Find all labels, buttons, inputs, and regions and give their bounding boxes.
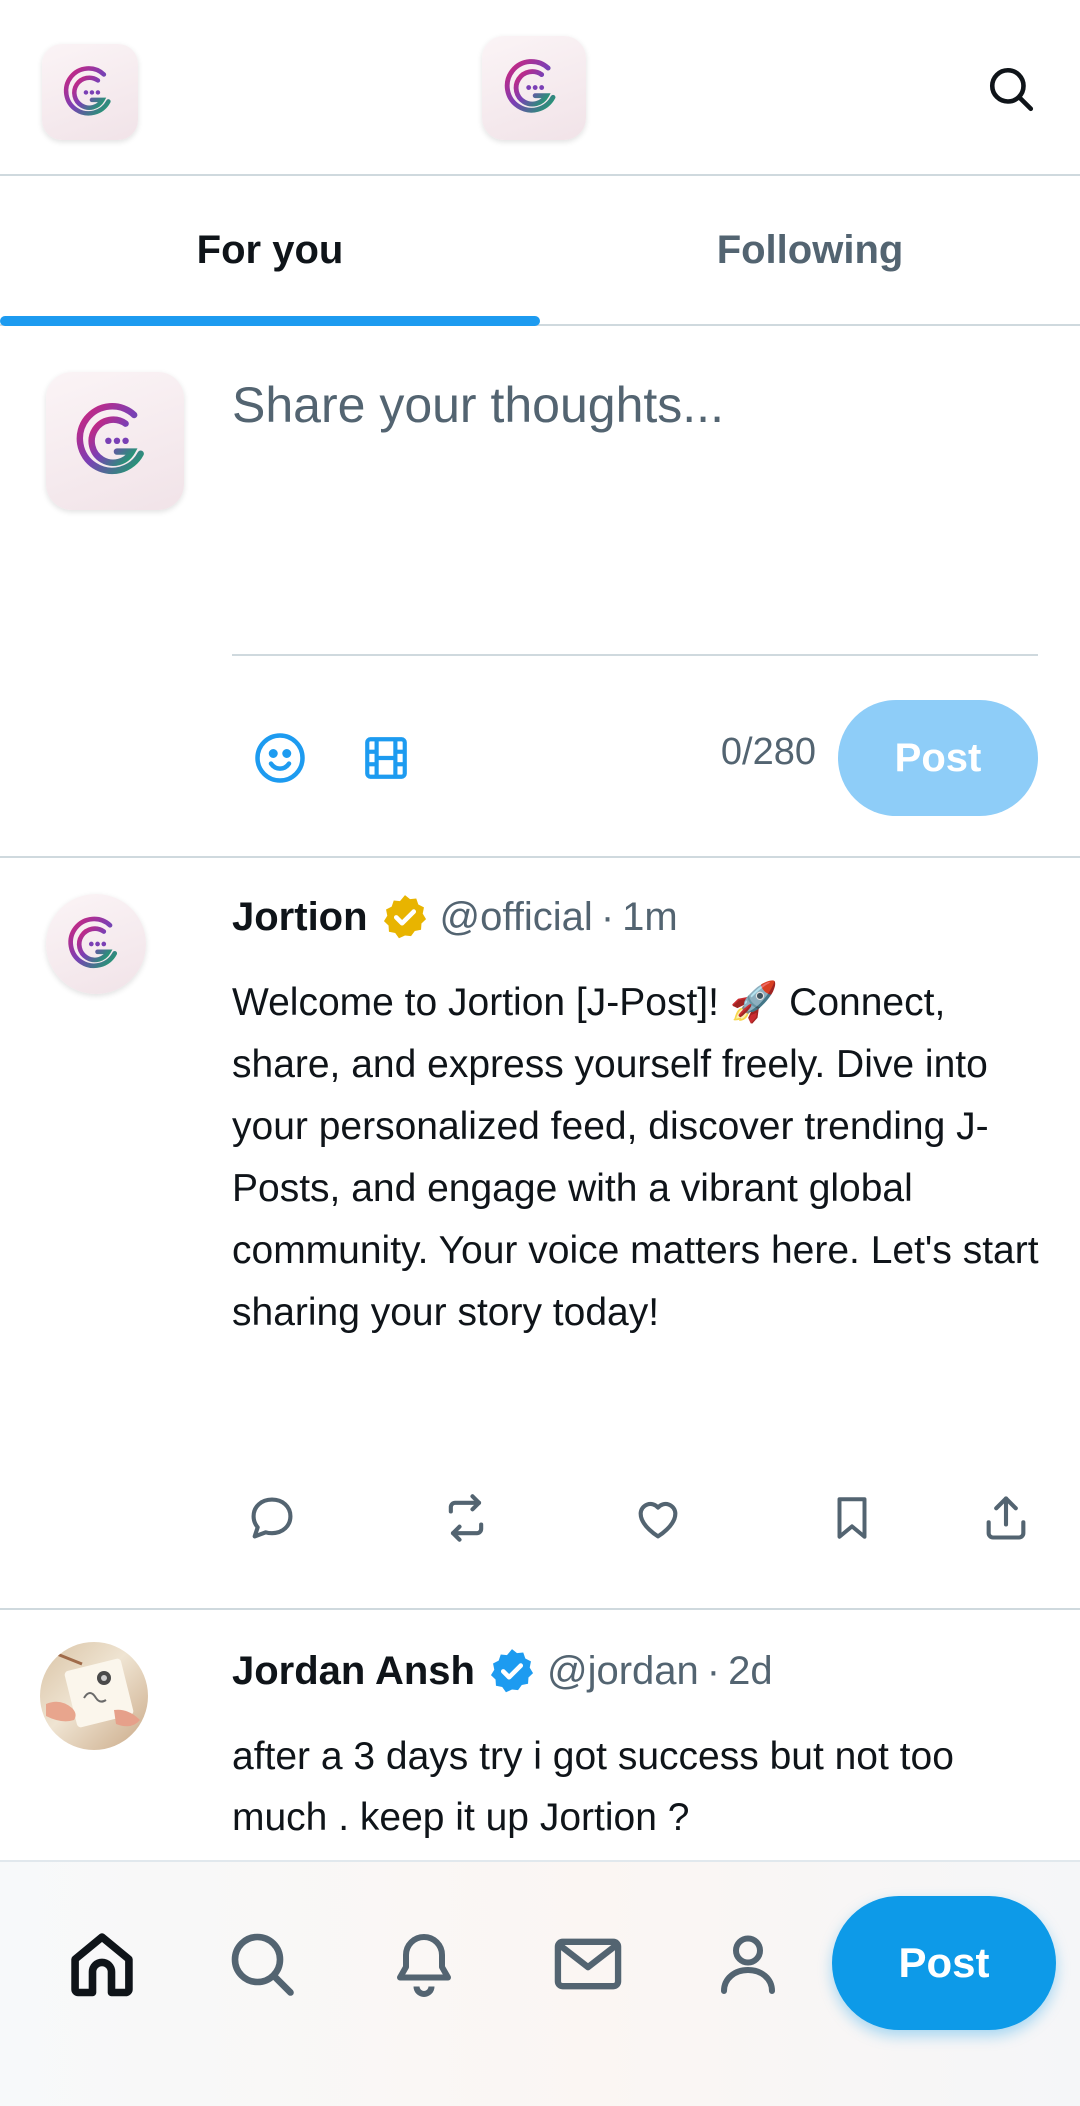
- nav-messages[interactable]: [548, 1924, 628, 2004]
- jortion-logo-icon: [505, 59, 556, 113]
- emoji-button[interactable]: [248, 726, 312, 790]
- post-author-handle[interactable]: @jordan: [547, 1649, 699, 1694]
- nav-profile[interactable]: [708, 1924, 788, 2004]
- character-count: 0/280: [720, 731, 816, 773]
- tab-label: For you: [196, 227, 344, 272]
- post-author-name[interactable]: Jortion: [232, 895, 368, 940]
- media-button[interactable]: [354, 726, 418, 790]
- bookmark-icon: [837, 1497, 867, 1539]
- reply-button[interactable]: [242, 1488, 302, 1548]
- share-icon: [986, 1496, 1026, 1540]
- post-text: after a 3 days try i got success but not…: [232, 1735, 954, 1839]
- post-text: Welcome to Jortion [J-Post]! 🚀 Connect, …: [232, 981, 1039, 1334]
- search-icon: [231, 1933, 294, 1996]
- blue-verified-badge-icon: [490, 1649, 534, 1693]
- composer-divider: [232, 654, 1038, 656]
- nav-home[interactable]: [62, 1924, 142, 2004]
- post-avatar[interactable]: [46, 894, 146, 994]
- post-header: Jortion @official · 1m: [232, 892, 678, 942]
- gold-verified-badge-icon: [383, 895, 426, 939]
- post-composer: Share your thoughts... 0/280 Post: [0, 326, 1080, 858]
- profile-avatar-button[interactable]: [42, 44, 138, 140]
- header-search-button[interactable]: [978, 56, 1044, 122]
- like-button[interactable]: [628, 1488, 688, 1548]
- share-button[interactable]: [976, 1488, 1036, 1548]
- media-icon: [365, 737, 407, 779]
- post-header: Jordan Ansh @jordan · 2d: [232, 1646, 773, 1696]
- jortion-logo-icon: [68, 916, 118, 969]
- bottom-navigation: Post: [0, 1860, 1080, 2106]
- messages-icon: [554, 1938, 622, 1990]
- separator-dot: ·: [706, 1648, 721, 1693]
- home-icon: [71, 1933, 133, 1997]
- floating-post-button[interactable]: Post: [832, 1896, 1056, 2030]
- notifications-icon: [397, 1934, 451, 1997]
- reply-icon: [251, 1497, 293, 1539]
- jortion-logo-icon: [76, 403, 145, 475]
- post-author-name[interactable]: Jordan Ansh: [232, 1649, 475, 1694]
- compose-text-input[interactable]: Share your thoughts...: [232, 376, 724, 434]
- emoji-icon: [255, 733, 305, 783]
- active-tab-indicator: [0, 316, 540, 326]
- feed-post[interactable]: Jordan Ansh @jordan · 2d after a 3 days …: [0, 1612, 1080, 1860]
- tab-following[interactable]: Following: [540, 176, 1080, 324]
- composer-post-button[interactable]: Post: [838, 700, 1038, 816]
- like-icon: [638, 1501, 678, 1539]
- repost-button[interactable]: [436, 1488, 496, 1548]
- profile-icon: [721, 1935, 775, 1994]
- repost-icon: [448, 1494, 484, 1542]
- post-timestamp: 2d: [728, 1648, 773, 1693]
- app-logo[interactable]: [482, 36, 586, 140]
- search-icon: [989, 67, 1034, 112]
- composer-avatar: [46, 372, 184, 510]
- separator-dot: ·: [600, 894, 615, 939]
- app-header: [0, 0, 1080, 176]
- tab-for-you[interactable]: For you: [0, 176, 540, 326]
- nav-notifications[interactable]: [384, 1924, 464, 2004]
- post-timestamp: 1m: [622, 894, 678, 939]
- feed-post[interactable]: Jortion @official · 1m Welcome to Jortio…: [0, 858, 1080, 1610]
- post-author-handle[interactable]: @official: [440, 895, 593, 940]
- tab-label: Following: [716, 227, 904, 272]
- feed-tabs: For you Following: [0, 176, 1080, 326]
- post-avatar[interactable]: [40, 1642, 148, 1750]
- jortion-logo-icon: [63, 65, 111, 116]
- sketch-avatar-image: [46, 1650, 140, 1728]
- post-actions: [232, 1488, 1052, 1558]
- nav-search[interactable]: [222, 1924, 302, 2004]
- bookmark-button[interactable]: [822, 1488, 882, 1548]
